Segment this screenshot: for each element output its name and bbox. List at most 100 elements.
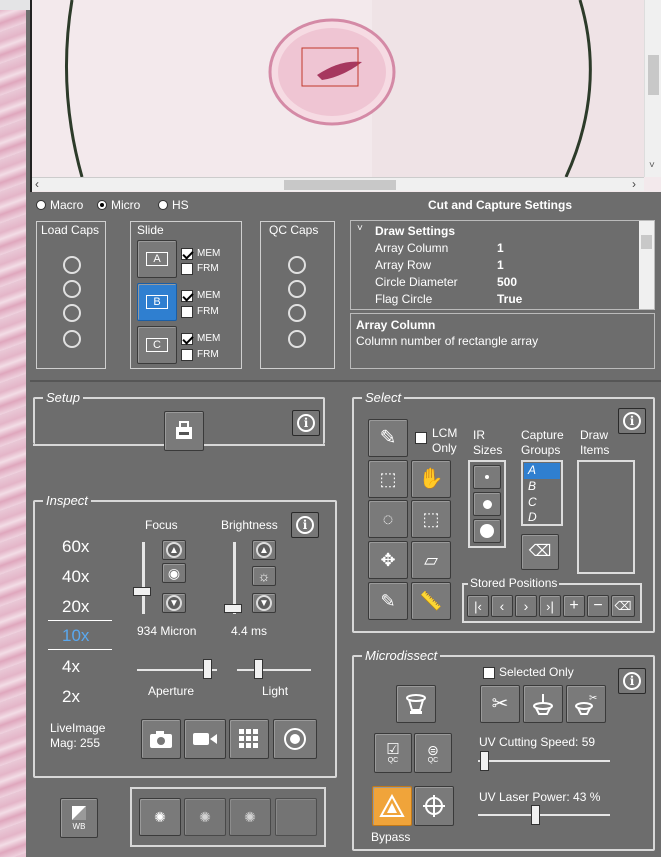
grid-view-button[interactable] bbox=[229, 719, 269, 759]
slide-b-button[interactable]: B bbox=[137, 283, 177, 321]
hscroll-thumb[interactable] bbox=[284, 180, 396, 190]
marquee-select-button[interactable]: ⬚ bbox=[411, 500, 451, 538]
uv-laser-power-slider[interactable] bbox=[478, 814, 610, 816]
setup-info-button[interactable]: i bbox=[292, 410, 320, 436]
mag-10x-selected[interactable]: 10x bbox=[62, 626, 89, 646]
light-slider[interactable] bbox=[237, 669, 311, 671]
slide-a-button[interactable]: A bbox=[137, 240, 177, 278]
slide-a-mem-checkbox[interactable] bbox=[181, 248, 193, 260]
hs-radio[interactable] bbox=[158, 200, 168, 210]
brightness-down-button[interactable]: ▼ bbox=[252, 593, 276, 613]
slide-b-frm-checkbox[interactable] bbox=[181, 306, 193, 318]
add-position-button[interactable]: + bbox=[563, 595, 585, 617]
cut-button[interactable]: ✂ bbox=[480, 685, 520, 723]
scroll-right-arrow-icon[interactable]: › bbox=[632, 177, 636, 191]
record-button[interactable] bbox=[273, 719, 317, 759]
select-info-button[interactable]: i bbox=[618, 408, 646, 434]
inspect-info-button[interactable]: i bbox=[291, 512, 319, 538]
illumination-button-3[interactable]: ✺ bbox=[229, 798, 271, 836]
slide-c-button[interactable]: C bbox=[137, 326, 177, 364]
micro-radio[interactable] bbox=[97, 200, 107, 210]
light-slider-thumb[interactable] bbox=[254, 659, 263, 679]
freehand-select-button[interactable]: ◌ bbox=[368, 500, 408, 538]
load-cap-2[interactable] bbox=[63, 280, 81, 298]
group-item[interactable]: C bbox=[528, 495, 537, 509]
prop-value[interactable]: True bbox=[497, 292, 522, 306]
scroll-left-arrow-icon[interactable]: ‹ bbox=[35, 177, 39, 191]
slide-a-frm-checkbox[interactable] bbox=[181, 263, 193, 275]
setup-loader-button[interactable] bbox=[164, 411, 204, 451]
brightness-slider-thumb[interactable] bbox=[224, 604, 242, 613]
qc-select-button[interactable]: ☑ QC bbox=[374, 733, 412, 773]
mag-2x[interactable]: 2x bbox=[62, 687, 80, 707]
grid-scroll-thumb[interactable] bbox=[641, 235, 652, 249]
capture-button[interactable] bbox=[523, 685, 563, 723]
qc-cap-4[interactable] bbox=[288, 330, 306, 348]
group-item[interactable]: B bbox=[528, 479, 536, 493]
next-position-button[interactable]: › bbox=[515, 595, 537, 617]
brightness-auto-button[interactable]: ☼ bbox=[252, 566, 276, 586]
pan-hand-button[interactable]: ✋ bbox=[411, 460, 451, 498]
qc-cap-2[interactable] bbox=[288, 280, 306, 298]
uv-laser-power-thumb[interactable] bbox=[531, 805, 540, 825]
load-cap-4[interactable] bbox=[63, 330, 81, 348]
mag-60x[interactable]: 60x bbox=[62, 537, 89, 557]
draw-settings-grid[interactable]: ˅ Draw Settings Array Column 1 Array Row… bbox=[350, 220, 655, 310]
prop-value[interactable]: 1 bbox=[497, 241, 504, 255]
illumination-button-2[interactable]: ✺ bbox=[184, 798, 226, 836]
delete-group-button[interactable]: ⌫ bbox=[521, 534, 559, 570]
focus-view-button[interactable]: ◉ bbox=[162, 563, 186, 583]
microdissect-info-button[interactable]: i bbox=[618, 668, 646, 694]
eraser-button[interactable]: ▱ bbox=[411, 541, 451, 579]
cap-lift-button[interactable] bbox=[396, 685, 436, 723]
mag-20x[interactable]: 20x bbox=[62, 597, 89, 617]
focus-slider-thumb[interactable] bbox=[133, 587, 151, 596]
qc-cap-button[interactable]: ⊜ QC bbox=[414, 733, 452, 773]
target-button[interactable] bbox=[414, 786, 454, 826]
selected-only-checkbox[interactable] bbox=[483, 667, 495, 679]
ir-size-medium[interactable] bbox=[473, 492, 501, 516]
first-position-button[interactable]: |‹ bbox=[467, 595, 489, 617]
ir-size-large[interactable] bbox=[473, 519, 501, 543]
edit-draw-button[interactable]: ✎ bbox=[368, 582, 408, 620]
group-item[interactable]: D bbox=[528, 510, 537, 524]
prev-position-button[interactable]: ‹ bbox=[491, 595, 513, 617]
grid-scrollbar[interactable] bbox=[639, 221, 654, 309]
focus-down-button[interactable]: ▼ bbox=[162, 593, 186, 613]
load-cap-1[interactable] bbox=[63, 256, 81, 274]
remove-position-button[interactable]: − bbox=[587, 595, 609, 617]
focus-up-button[interactable]: ▲ bbox=[162, 540, 186, 560]
clear-positions-button[interactable]: ⌫ bbox=[611, 595, 635, 617]
video-button[interactable] bbox=[184, 719, 226, 759]
move-button[interactable]: ✥ bbox=[368, 541, 408, 579]
vscroll-thumb[interactable] bbox=[648, 55, 659, 95]
illumination-button-1[interactable]: ✺ bbox=[139, 798, 181, 836]
prop-value[interactable]: 1 bbox=[497, 258, 504, 272]
preview-horizontal-scrollbar[interactable]: ‹ › bbox=[32, 177, 644, 191]
cut-and-capture-button[interactable]: ✂ bbox=[566, 685, 606, 723]
preview-vertical-scrollbar[interactable]: ˅ bbox=[644, 0, 661, 177]
draw-items-list[interactable] bbox=[577, 460, 635, 574]
white-balance-button[interactable]: WB bbox=[60, 798, 98, 838]
mag-4x[interactable]: 4x bbox=[62, 657, 80, 677]
slide-b-mem-checkbox[interactable] bbox=[181, 290, 193, 302]
snapshot-button[interactable] bbox=[141, 719, 181, 759]
uv-cutting-speed-slider[interactable] bbox=[478, 760, 610, 762]
scroll-down-arrow-icon[interactable]: ˅ bbox=[649, 160, 655, 171]
draw-rect-select-button[interactable]: ⬚ bbox=[368, 460, 408, 498]
last-position-button[interactable]: ›| bbox=[539, 595, 561, 617]
draw-pen-button[interactable]: ✎ bbox=[368, 419, 408, 457]
brightness-up-button[interactable]: ▲ bbox=[252, 540, 276, 560]
uv-cutting-speed-thumb[interactable] bbox=[480, 751, 489, 771]
qc-cap-3[interactable] bbox=[288, 304, 306, 322]
focus-slider[interactable] bbox=[142, 542, 145, 614]
macro-radio[interactable] bbox=[36, 200, 46, 210]
bypass-button[interactable] bbox=[372, 786, 412, 826]
qc-cap-1[interactable] bbox=[288, 256, 306, 274]
ir-size-small[interactable] bbox=[473, 465, 501, 489]
slide-preview-image[interactable] bbox=[30, 0, 661, 192]
illumination-button-4[interactable] bbox=[275, 798, 317, 836]
group-item[interactable]: A bbox=[528, 463, 536, 477]
aperture-slider-thumb[interactable] bbox=[203, 659, 212, 679]
lcm-only-checkbox[interactable] bbox=[415, 432, 427, 444]
